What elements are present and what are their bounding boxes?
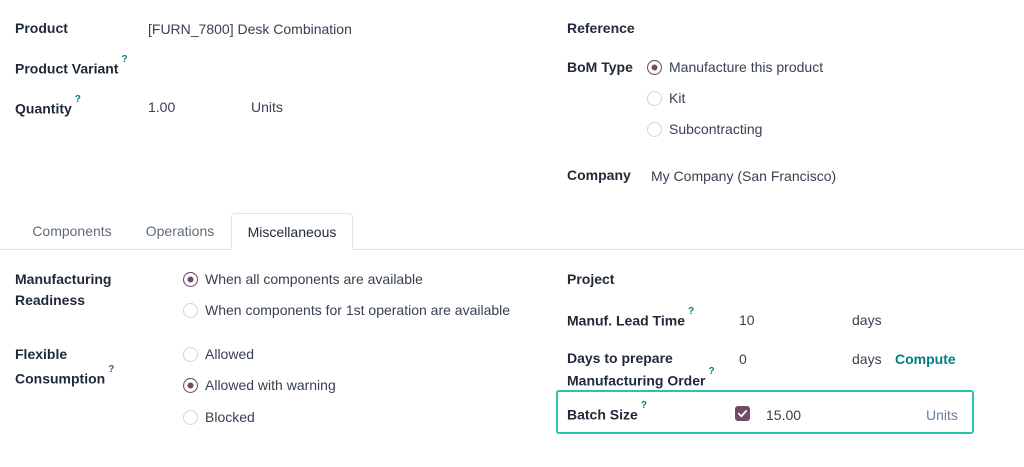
batch-size-label: Batch Size? [567,400,647,423]
radio-selected-icon[interactable] [647,59,662,75]
help-icon[interactable]: ? [641,400,647,411]
flexible-option-allowed[interactable]: Allowed [183,345,254,363]
help-icon[interactable]: ? [75,94,81,105]
radio-icon[interactable] [647,90,662,106]
reference-label: Reference [567,20,635,36]
flexible-option-blocked[interactable]: Blocked [183,408,255,426]
product-field[interactable]: [FURN_7800] Desk Combination [148,20,352,38]
radio-icon[interactable] [647,121,662,137]
quantity-label: Quantity? [15,94,81,117]
bom-type-option-manufacture[interactable]: Manufacture this product [647,58,823,76]
company-field[interactable]: My Company (San Francisco) [651,167,836,185]
checkmark-icon [737,410,748,418]
flexible-option-allowed-with-warning[interactable]: Allowed with warning [183,376,336,394]
compute-button[interactable]: Compute [895,350,956,368]
days-to-prepare-label-line1: Days to prepare [567,350,673,366]
bom-type-option-subcontracting[interactable]: Subcontracting [647,120,762,138]
radio-selected-icon[interactable] [183,271,198,287]
bom-type-label: BoM Type [567,59,633,75]
days-to-prepare-input[interactable]: 0 [739,350,747,368]
manuf-lead-time-unit: days [852,312,882,328]
project-label: Project [567,271,615,287]
quantity-input[interactable]: 1.00 [148,98,175,116]
flexible-consumption-label-line2: Consumption? [15,364,115,387]
tab-miscellaneous[interactable]: Miscellaneous [231,213,353,250]
flexible-consumption-label-line1: Flexible [15,346,68,362]
manufacturing-readiness-label-line2: Readiness [15,292,86,308]
help-icon[interactable]: ? [708,366,714,377]
days-to-prepare-unit: days [852,351,882,367]
help-icon[interactable]: ? [121,54,127,65]
radio-selected-icon[interactable] [183,377,198,393]
quantity-uom: Units [251,99,283,115]
days-to-prepare-label-line2: Manufacturing Order? [567,366,715,389]
batch-size-checkbox[interactable] [735,406,750,421]
radio-icon[interactable] [183,302,198,318]
help-icon[interactable]: ? [108,364,114,375]
help-icon[interactable]: ? [688,306,694,317]
manuf-lead-time-input[interactable]: 10 [739,311,755,329]
readiness-option-all-components[interactable]: When all components are available [183,270,423,288]
product-variant-label: Product Variant? [15,54,128,77]
batch-size-uom[interactable]: Units [926,406,958,424]
bom-type-option-kit[interactable]: Kit [647,89,685,107]
product-label: Product [15,20,68,36]
radio-icon[interactable] [183,346,198,362]
tab-components[interactable]: Components [18,213,126,250]
batch-size-input[interactable]: 15.00 [766,406,801,424]
manufacturing-readiness-label-line1: Manufacturing [15,271,112,287]
tab-operations[interactable]: Operations [131,213,229,250]
manuf-lead-time-label: Manuf. Lead Time? [567,306,695,329]
company-label: Company [567,167,631,183]
readiness-option-first-operation[interactable]: When components for 1st operation are av… [183,301,510,319]
radio-icon[interactable] [183,409,198,425]
